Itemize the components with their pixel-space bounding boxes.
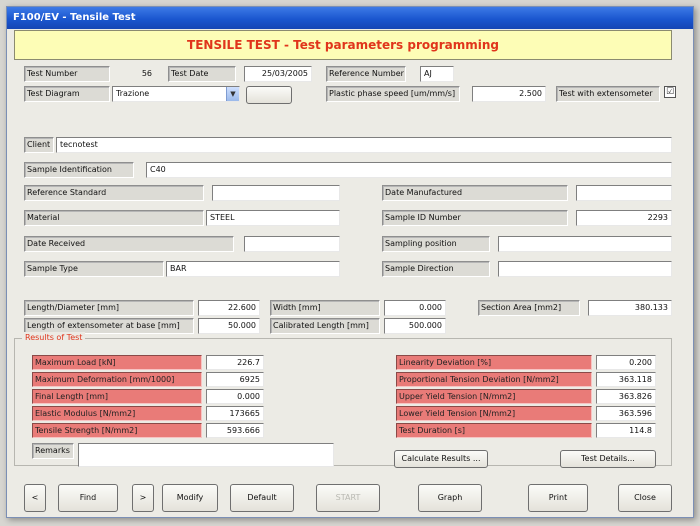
- sampling-position-field[interactable]: [498, 236, 672, 252]
- material-field[interactable]: STEEL: [206, 210, 340, 226]
- extensometer-label: Test with extensometer: [556, 86, 660, 102]
- date-manufactured-field[interactable]: [576, 185, 672, 201]
- results-group-title: Results of Test: [22, 332, 86, 344]
- elastic-modulus-value: 173665: [206, 406, 264, 421]
- sample-type-label: Sample Type: [24, 261, 164, 277]
- calculate-results-button[interactable]: Calculate Results ...: [394, 450, 488, 468]
- section-area-label: Section Area [mm2]: [478, 300, 580, 316]
- sample-direction-field[interactable]: [498, 261, 672, 277]
- sample-direction-label: Sample Direction: [382, 261, 490, 277]
- final-length-value: 0.000: [206, 389, 264, 404]
- section-area-field[interactable]: 380.133: [588, 300, 672, 316]
- remarks-field[interactable]: [78, 443, 334, 467]
- test-diagram-select[interactable]: Trazione ▼: [112, 86, 240, 102]
- test-duration-value: 114.8: [596, 423, 656, 438]
- window-title-bar: F100/EV - Tensile Test: [7, 7, 693, 29]
- close-button[interactable]: Close: [618, 484, 672, 512]
- sample-identification-field[interactable]: C40: [146, 162, 672, 178]
- reference-number-field[interactable]: AJ: [420, 66, 454, 82]
- proportional-tension-deviation-value: 363.118: [596, 372, 656, 387]
- default-button[interactable]: Default: [230, 484, 294, 512]
- material-label: Material: [24, 210, 204, 226]
- test-details-button[interactable]: Test Details...: [560, 450, 656, 468]
- test-date-field[interactable]: 25/03/2005: [244, 66, 312, 82]
- start-button[interactable]: START: [316, 484, 380, 512]
- page-banner: TENSILE TEST - Test parameters programmi…: [14, 30, 672, 60]
- client-field[interactable]: tecnotest: [56, 137, 672, 153]
- find-button[interactable]: Find: [58, 484, 118, 512]
- date-received-label: Date Received: [24, 236, 234, 252]
- width-field[interactable]: 0.000: [384, 300, 446, 316]
- reference-number-label: Reference Number: [326, 66, 406, 82]
- plastic-speed-field[interactable]: 2.500: [472, 86, 546, 102]
- modify-button[interactable]: Modify: [162, 484, 218, 512]
- reference-standard-field[interactable]: [212, 185, 340, 201]
- date-manufactured-label: Date Manufactured: [382, 185, 568, 201]
- length-diameter-field[interactable]: 22.600: [198, 300, 260, 316]
- plastic-speed-label: Plastic phase speed [um/mm/s]: [326, 86, 460, 102]
- sampling-position-label: Sampling position: [382, 236, 490, 252]
- reference-standard-label: Reference Standard: [24, 185, 204, 201]
- tensile-strength-value: 593.666: [206, 423, 264, 438]
- test-duration-label: Test Duration [s]: [396, 423, 592, 438]
- print-button[interactable]: Print: [528, 484, 588, 512]
- upper-yield-tension-value: 363.826: [596, 389, 656, 404]
- extensometer-checkbox[interactable]: ☑: [664, 86, 676, 98]
- graph-button[interactable]: Graph: [418, 484, 482, 512]
- lower-yield-tension-value: 363.596: [596, 406, 656, 421]
- remarks-label: Remarks: [32, 443, 74, 459]
- sample-identification-label: Sample Identification: [24, 162, 134, 178]
- client-label: Client: [24, 137, 54, 153]
- final-length-label: Final Length [mm]: [32, 389, 202, 404]
- lower-yield-tension-label: Lower Yield Tension [N/mm2]: [396, 406, 592, 421]
- previous-record-button[interactable]: <: [24, 484, 46, 512]
- chevron-down-icon[interactable]: ▼: [226, 87, 239, 101]
- test-number-value: 56: [141, 69, 152, 78]
- elastic-modulus-label: Elastic Modulus [N/mm2]: [32, 406, 202, 421]
- length-diameter-label: Length/Diameter [mm]: [24, 300, 194, 316]
- test-diagram-value: Trazione: [116, 89, 150, 98]
- next-record-button[interactable]: >: [132, 484, 154, 512]
- test-diagram-label: Test Diagram: [24, 86, 110, 102]
- diagram-browse-button[interactable]: [246, 86, 292, 104]
- sample-id-number-label: Sample ID Number: [382, 210, 568, 226]
- maximum-deformation-value: 6925: [206, 372, 264, 387]
- upper-yield-tension-label: Upper Yield Tension [N/mm2]: [396, 389, 592, 404]
- tensile-strength-label: Tensile Strength [N/mm2]: [32, 423, 202, 438]
- calibrated-length-label: Calibrated Length [mm]: [270, 318, 380, 334]
- linearity-deviation-label: Linearity Deviation [%]: [396, 355, 592, 370]
- test-number-label: Test Number: [24, 66, 110, 82]
- width-label: Width [mm]: [270, 300, 380, 316]
- maximum-load-label: Maximum Load [kN]: [32, 355, 202, 370]
- sample-type-field[interactable]: BAR: [166, 261, 340, 277]
- test-date-label: Test Date: [168, 66, 236, 82]
- calibrated-length-field[interactable]: 500.000: [384, 318, 446, 334]
- linearity-deviation-value: 0.200: [596, 355, 656, 370]
- maximum-deformation-label: Maximum Deformation [mm/1000]: [32, 372, 202, 387]
- date-received-field[interactable]: [244, 236, 340, 252]
- proportional-tension-deviation-label: Proportional Tension Deviation [N/mm2]: [396, 372, 592, 387]
- extensometer-length-field[interactable]: 50.000: [198, 318, 260, 334]
- sample-id-number-field[interactable]: 2293: [576, 210, 672, 226]
- maximum-load-value: 226.7: [206, 355, 264, 370]
